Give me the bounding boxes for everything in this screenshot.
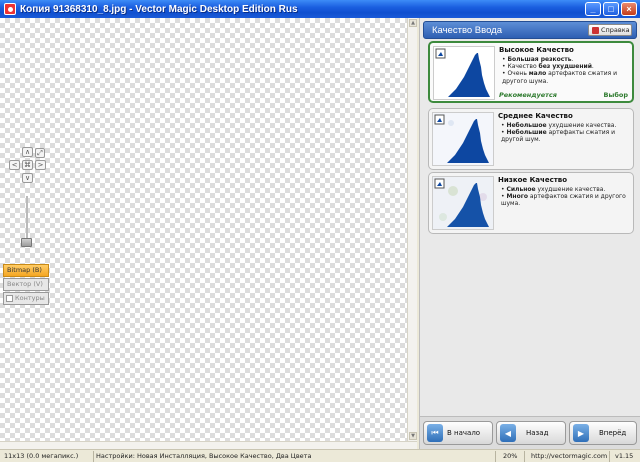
close-button[interactable]: × [621, 2, 637, 16]
status-divider [524, 451, 525, 462]
bullet-item: • Небольшое ухудшение качества. [501, 122, 617, 129]
quality-card-medium[interactable]: Среднее Качество • Небольшое ухудшение к… [428, 108, 634, 170]
quality-card-title: Низкое Качество [498, 176, 568, 184]
image-size: 11x13 (0.0 мегапикс.) [4, 452, 79, 460]
bullet-item: • Очень мало артефактов сжатия и другого… [502, 70, 618, 85]
help-button[interactable]: Справка [588, 24, 632, 36]
contours-toggle[interactable]: Контуры [3, 292, 49, 305]
bullet-item: • Качество без ухудшений. [502, 63, 594, 71]
vector-mode-button[interactable]: Вектор (V) [3, 278, 49, 291]
zoom-slider-handle[interactable] [21, 238, 32, 247]
minimize-button[interactable]: _ [585, 2, 601, 16]
recommended-label: Рекомендуется [499, 91, 557, 99]
panel-title: Качество Ввода [432, 25, 502, 36]
image-canvas[interactable] [0, 18, 407, 441]
pan-down-button[interactable]: ∨ [22, 173, 33, 183]
status-bar: 11x13 (0.0 мегапикс.) Настройки: Новая И… [0, 449, 640, 462]
window-title: Копия 91368310_8.jpg - Vector Magic Desk… [20, 3, 298, 15]
quality-card-low[interactable]: Низкое Качество • Сильное ухудшение каче… [428, 172, 634, 234]
select-link[interactable]: Выбор [604, 91, 629, 99]
preview-shape-icon [433, 177, 493, 229]
settings-summary: Настройки: Новая Инсталляция, Высокое Ка… [96, 452, 312, 460]
bullet-item: • Много артефактов сжатия и другого шума… [501, 193, 626, 208]
website-link[interactable]: http://vectormagic.com [531, 450, 607, 462]
quality-card-title: Среднее Качество [498, 112, 573, 120]
quality-preview-low [432, 176, 494, 230]
arrow-left-icon: ◀ [500, 424, 516, 442]
next-label: Вперёд [599, 429, 627, 437]
zoom-level: 20% [503, 452, 518, 460]
skip-back-icon: ⏮ [427, 424, 443, 442]
quality-card-bullets: • Большая резкость. • Качество без ухудш… [502, 56, 632, 85]
quality-card-high[interactable]: Высокое Качество • Большая резкость. • К… [428, 41, 634, 103]
quality-panel: Качество Ввода Справка Высокое Качество … [419, 18, 640, 449]
version-label: v1.15 [615, 452, 634, 460]
quality-card-bullets: • Небольшое ухудшение качества. • Неболь… [501, 122, 631, 144]
quality-card-title: Высокое Качество [499, 46, 574, 54]
horizontal-scrollbar[interactable] [0, 441, 417, 449]
zoom-fit-icon[interactable]: ⤢ [35, 148, 45, 158]
next-button[interactable]: ▶ Вперёд [569, 421, 637, 445]
title-bar: Копия 91368310_8.jpg - Vector Magic Desk… [0, 0, 640, 18]
arrow-right-icon: ▶ [573, 424, 589, 442]
scroll-down-icon[interactable]: ▼ [409, 432, 417, 440]
bullet-item: • Большая резкость. [502, 56, 574, 63]
window-controls: _ □ × [585, 2, 637, 16]
quality-preview-medium [432, 112, 494, 166]
back-button[interactable]: ◀ Назад [496, 421, 566, 445]
quality-preview-high [433, 46, 495, 100]
home-label: В начало [447, 429, 481, 437]
pan-center-button[interactable]: ⌘ [22, 160, 33, 170]
preview-shape-icon [433, 113, 493, 165]
contours-label: Контуры [15, 294, 45, 302]
back-label: Назад [526, 429, 549, 437]
quality-card-bullets: • Сильное ухудшение качества. • Много ар… [501, 186, 631, 208]
contours-checkbox[interactable] [6, 295, 13, 302]
status-divider [495, 451, 496, 462]
help-icon [592, 26, 599, 34]
wizard-nav: ⏮ В начало ◀ Назад ▶ Вперёд [420, 416, 640, 449]
status-divider [609, 451, 610, 462]
vertical-scrollbar[interactable]: ▲ ▼ [407, 18, 417, 441]
pan-right-button[interactable]: > [35, 160, 46, 170]
help-label: Справка [601, 26, 630, 34]
pan-left-button[interactable]: < [9, 160, 20, 170]
bitmap-mode-button[interactable]: Bitmap (B) [3, 264, 49, 277]
bullet-item: • Сильное ухудшение качества. [501, 186, 606, 193]
pan-control: ∧ ⤢ < ⌘ > ∨ [9, 147, 47, 185]
zoom-slider-track[interactable] [26, 196, 28, 240]
status-divider [93, 451, 94, 462]
maximize-button[interactable]: □ [603, 2, 619, 16]
home-button[interactable]: ⏮ В начало [423, 421, 493, 445]
panel-header: Качество Ввода Справка [423, 21, 637, 39]
bullet-item: • Небольшие артефакты сжатия и другой шу… [501, 129, 616, 144]
app-icon [4, 3, 16, 15]
preview-shape-icon [435, 48, 490, 97]
scroll-up-icon[interactable]: ▲ [409, 19, 417, 27]
pan-up-button[interactable]: ∧ [22, 147, 33, 157]
